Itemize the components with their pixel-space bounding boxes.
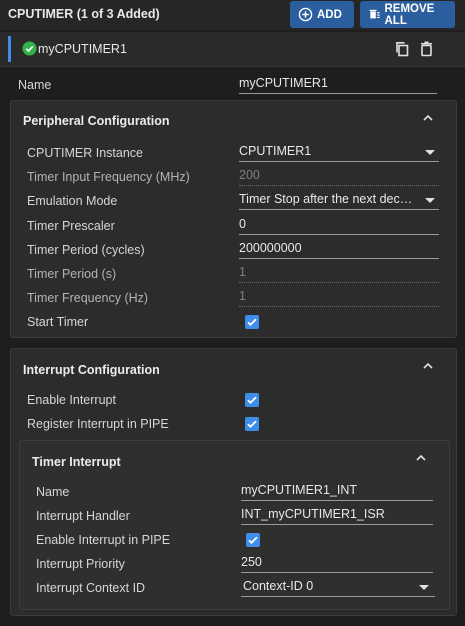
enable-interrupt-pipe-checkbox[interactable] [246, 533, 260, 547]
start-timer-label: Start Timer [27, 315, 89, 329]
timer-interrupt-title: Timer Interrupt [32, 455, 121, 469]
copy-icon[interactable] [395, 41, 410, 57]
check-circle-icon [22, 41, 37, 56]
timer-frequency-value: 1 [239, 287, 439, 307]
interrupt-handler-input[interactable]: INT_myCPUTIMER1_ISR [241, 505, 433, 525]
interrupt-name-label: Name [36, 485, 70, 499]
interrupt-context-label: Interrupt Context ID [36, 581, 146, 595]
timer-period-cycles-label: Timer Period (cycles) [27, 243, 145, 257]
timer-input-freq-label: Timer Input Frequency (MHz) [27, 170, 190, 184]
cputimer-instance-label: CPUTIMER Instance [27, 146, 144, 160]
instance-name: myCPUTIMER1 [38, 42, 127, 56]
chevron-up-icon[interactable] [415, 453, 427, 463]
cputimer-instance-value: CPUTIMER1 [239, 144, 312, 158]
add-button[interactable]: ADD [290, 1, 354, 28]
peripheral-config-title: Peripheral Configuration [23, 114, 170, 128]
dropdown-arrow-icon [425, 150, 435, 155]
name-input[interactable]: myCPUTIMER1 [239, 74, 437, 94]
remove-all-button[interactable]: REMOVE ALL [360, 1, 455, 28]
enable-interrupt-pipe-label: Enable Interrupt in PIPE [36, 533, 171, 547]
name-label: Name [18, 78, 52, 92]
timer-prescaler-input[interactable]: 0 [239, 215, 439, 235]
selection-indicator [8, 36, 11, 62]
instance-item[interactable]: myCPUTIMER1 [0, 32, 465, 66]
dropdown-arrow-icon [425, 198, 435, 203]
emulation-mode-value: Timer Stop after the next decrement [239, 192, 415, 206]
timer-input-freq-value: 200 [239, 166, 439, 186]
register-interrupt-label: Register Interrupt in PIPE [27, 417, 169, 431]
emulation-mode-label: Emulation Mode [27, 194, 118, 208]
checkbox-checked-icon [247, 318, 257, 326]
cputimer-instance-select[interactable]: CPUTIMER1 [239, 142, 439, 162]
interrupt-priority-label: Interrupt Priority [36, 557, 125, 571]
chevron-up-icon[interactable] [422, 361, 434, 371]
enable-interrupt-checkbox[interactable] [245, 393, 259, 407]
divider [0, 66, 465, 67]
enable-interrupt-label: Enable Interrupt [27, 393, 116, 407]
module-header: CPUTIMER (1 of 3 Added) ADD REMOVE ALL [0, 0, 465, 30]
interrupt-context-value: Context-ID 0 [243, 579, 314, 593]
interrupt-handler-label: Interrupt Handler [36, 509, 130, 523]
interrupt-config-title: Interrupt Configuration [23, 363, 160, 377]
emulation-mode-select[interactable]: Timer Stop after the next decrement [239, 190, 439, 210]
interrupt-name-input[interactable]: myCPUTIMER1_INT [241, 481, 433, 501]
timer-frequency-label: Timer Frequency (Hz) [27, 291, 149, 305]
remove-all-button-label: REMOVE ALL [384, 2, 435, 27]
plus-circle-icon [298, 7, 313, 22]
interrupt-priority-input[interactable]: 250 [241, 553, 433, 573]
timer-prescaler-label: Timer Prescaler [27, 219, 115, 233]
timer-period-cycles-input[interactable]: 200000000 [239, 239, 439, 259]
register-interrupt-checkbox[interactable] [245, 417, 259, 431]
chevron-up-icon[interactable] [422, 113, 434, 123]
checkbox-checked-icon [247, 396, 257, 404]
trash-icon[interactable] [420, 41, 433, 57]
timer-period-s-value: 1 [239, 263, 439, 283]
dropdown-arrow-icon [419, 585, 429, 590]
module-title: CPUTIMER (1 of 3 Added) [8, 7, 160, 21]
interrupt-context-select[interactable]: Context-ID 0 [241, 577, 435, 597]
add-button-label: ADD [317, 8, 342, 21]
remove-all-icon [369, 9, 380, 19]
start-timer-checkbox[interactable] [245, 315, 259, 329]
timer-period-s-label: Timer Period (s) [27, 267, 117, 281]
checkbox-checked-icon [247, 420, 257, 428]
checkbox-checked-icon [248, 536, 258, 544]
